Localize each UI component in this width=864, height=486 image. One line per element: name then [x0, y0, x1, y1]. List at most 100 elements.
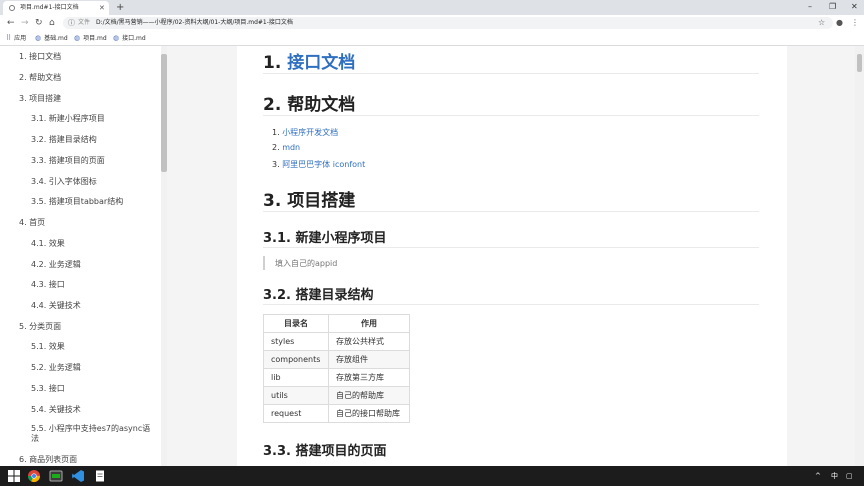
table-cell: 存放公共样式 — [328, 332, 410, 351]
info-icon: ⓘ — [68, 19, 75, 27]
toc-item[interactable]: 5.1. 效果 — [31, 341, 65, 352]
toc-item[interactable]: 3.3. 搭建项目的页面 — [31, 155, 105, 166]
bookmark-item[interactable]: ◍ 项目.md — [74, 31, 107, 46]
directory-table: 目录名 作用 styles 存放公共样式 components 存放组件 lib… — [263, 314, 410, 423]
toc-item[interactable]: 4.1. 效果 — [31, 238, 65, 249]
toc-item[interactable]: 3.1. 新建小程序项目 — [31, 113, 105, 124]
markdown-page: 1. 接口文档 2. 帮助文档 1. 小程序开发文档 2. mdn 3. 阿里巴… — [237, 46, 787, 466]
table-cell: request — [263, 404, 329, 423]
globe-icon — [9, 5, 15, 11]
toc-item[interactable]: 5.5. 小程序中支持es7的async语法 — [31, 424, 151, 444]
new-tab-icon[interactable]: + — [116, 0, 124, 15]
help-link[interactable]: mdn — [282, 143, 300, 152]
heading-project-setup: 3. 项目搭建 — [263, 191, 356, 211]
reload-icon[interactable]: ↻ — [35, 15, 43, 31]
content-scroll-thumb[interactable] — [857, 54, 862, 72]
table-row: components 存放组件 — [263, 350, 410, 369]
notepad-icon[interactable] — [93, 469, 107, 483]
table-cell: lib — [263, 368, 329, 387]
windows-taskbar: ^ 中 ▢ — [0, 466, 864, 486]
table-header-row: 目录名 作用 — [263, 314, 410, 333]
divider — [263, 115, 759, 116]
toc-item[interactable]: 5. 分类页面 — [19, 321, 61, 332]
toc-item[interactable]: 6. 商品列表页面 — [19, 454, 77, 465]
minimize-icon[interactable]: – — [808, 0, 812, 14]
table-header: 目录名 — [263, 314, 329, 333]
toc-item[interactable]: 3.2. 搭建目录结构 — [31, 134, 97, 145]
toc-item[interactable]: 2. 帮助文档 — [19, 72, 61, 83]
chrome-icon[interactable] — [27, 469, 41, 483]
heading-new-project: 3.1. 新建小程序项目 — [263, 231, 387, 246]
list-item: 3. 阿里巴巴字体 iconfont — [272, 160, 366, 169]
bookmark-star-icon[interactable]: ☆ — [818, 15, 825, 31]
toc-item[interactable]: 5.4. 关键技术 — [31, 404, 81, 415]
table-cell: 存放第三方库 — [328, 368, 410, 387]
account-icon[interactable]: ● — [836, 15, 843, 31]
vscode-icon[interactable] — [71, 469, 85, 483]
toc-item[interactable]: 3.4. 引入字体图标 — [31, 176, 97, 187]
toc-item[interactable]: 4.2. 业务逻辑 — [31, 259, 81, 270]
toc-item[interactable]: 1. 接口文档 — [19, 51, 61, 62]
toc-item[interactable]: 3.5. 搭建项目tabbar结构 — [31, 196, 123, 207]
table-cell: 存放组件 — [328, 350, 410, 369]
windows-start-icon[interactable] — [7, 469, 21, 483]
globe-icon: ◍ — [35, 34, 42, 42]
table-cell: 自己的帮助库 — [328, 386, 410, 405]
divider — [263, 247, 759, 248]
toc-item[interactable]: 3. 项目搭建 — [19, 93, 61, 104]
blockquote-bar — [263, 256, 265, 270]
back-icon[interactable]: ← — [7, 15, 15, 31]
url-text[interactable]: D:/文档/黑马营销——小程序/02-资料大纲/01-大纲/项目.md#1-接口… — [96, 17, 293, 29]
toc-item[interactable]: 4.4. 关键技术 — [31, 300, 81, 311]
browser-tab[interactable]: 项目.md#1-接口文档 ✕ — [3, 1, 109, 15]
table-cell: 自己的接口帮助库 — [328, 404, 410, 423]
bookmarks-bar: ⠿ 应用 ◍ 基础.md ◍ 项目.md ◍ 接口.md — [0, 31, 864, 46]
table-row: styles 存放公共样式 — [263, 332, 410, 351]
help-link[interactable]: 小程序开发文档 — [282, 128, 338, 137]
toc-sidebar: 1. 接口文档 2. 帮助文档 3. 项目搭建 3.1. 新建小程序项目 3.2… — [0, 46, 160, 466]
heading-project-pages: 3.3. 搭建项目的页面 — [263, 444, 387, 459]
menu-icon[interactable]: ⋮ — [851, 15, 859, 31]
bookmark-item[interactable]: ◍ 基础.md — [35, 31, 68, 46]
content-scrollbar[interactable] — [855, 46, 864, 466]
globe-icon: ◍ — [113, 34, 120, 42]
tab-strip: 项目.md#1-接口文档 ✕ + – ❐ ✕ — [0, 0, 864, 15]
heading-dir-structure: 3.2. 搭建目录结构 — [263, 288, 374, 303]
url-scheme: 文件 — [78, 19, 91, 26]
forward-icon[interactable]: → — [21, 15, 29, 31]
heading-interface-docs: 1. 接口文档 — [263, 53, 356, 73]
bookmark-item[interactable]: ◍ 接口.md — [113, 31, 146, 46]
address-bar[interactable]: ⓘ 文件 D:/文档/黑马营销——小程序/02-资料大纲/01-大纲/项目.md… — [63, 17, 833, 29]
divider — [263, 211, 759, 212]
toc-item[interactable]: 5.3. 接口 — [31, 383, 65, 394]
toc-item[interactable]: 4. 首页 — [19, 217, 45, 228]
table-row: utils 自己的帮助库 — [263, 386, 410, 405]
restore-icon[interactable]: ❐ — [829, 0, 836, 14]
tray-caret-icon[interactable]: ^ — [815, 466, 821, 486]
globe-icon: ◍ — [74, 34, 81, 42]
table-row: request 自己的接口帮助库 — [263, 404, 410, 423]
tray-language[interactable]: 中 — [831, 466, 838, 486]
divider — [263, 304, 759, 305]
toc-item[interactable]: 4.3. 接口 — [31, 279, 65, 290]
table-cell: utils — [263, 386, 329, 405]
list-item: 2. mdn — [272, 143, 301, 152]
list-item: 1. 小程序开发文档 — [272, 128, 339, 137]
table-cell: styles — [263, 332, 329, 351]
browser-toolbar: ← → ↻ ⌂ ⓘ 文件 D:/文档/黑马营销——小程序/02-资料大纲/01-… — [0, 15, 864, 31]
tab-title: 项目.md#1-接口文档 — [20, 4, 79, 11]
wechat-devtools-icon[interactable] — [49, 469, 63, 483]
notification-icon[interactable]: ▢ — [846, 466, 853, 486]
table-row: lib 存放第三方库 — [263, 368, 410, 387]
table-cell: components — [263, 350, 329, 369]
help-link[interactable]: 阿里巴巴字体 iconfont — [282, 160, 365, 169]
apps-grid-icon: ⠿ — [6, 34, 12, 42]
home-icon[interactable]: ⌂ — [49, 15, 55, 31]
close-tab-icon[interactable]: ✕ — [99, 1, 105, 15]
blockquote-text: 填入自己的appid — [275, 259, 338, 268]
close-window-icon[interactable]: ✕ — [851, 0, 858, 14]
bookmark-apps[interactable]: ⠿ 应用 — [6, 31, 26, 46]
heading-help-docs: 2. 帮助文档 — [263, 95, 356, 115]
heading-link[interactable]: 接口文档 — [287, 53, 355, 73]
toc-item[interactable]: 5.2. 业务逻辑 — [31, 362, 81, 373]
